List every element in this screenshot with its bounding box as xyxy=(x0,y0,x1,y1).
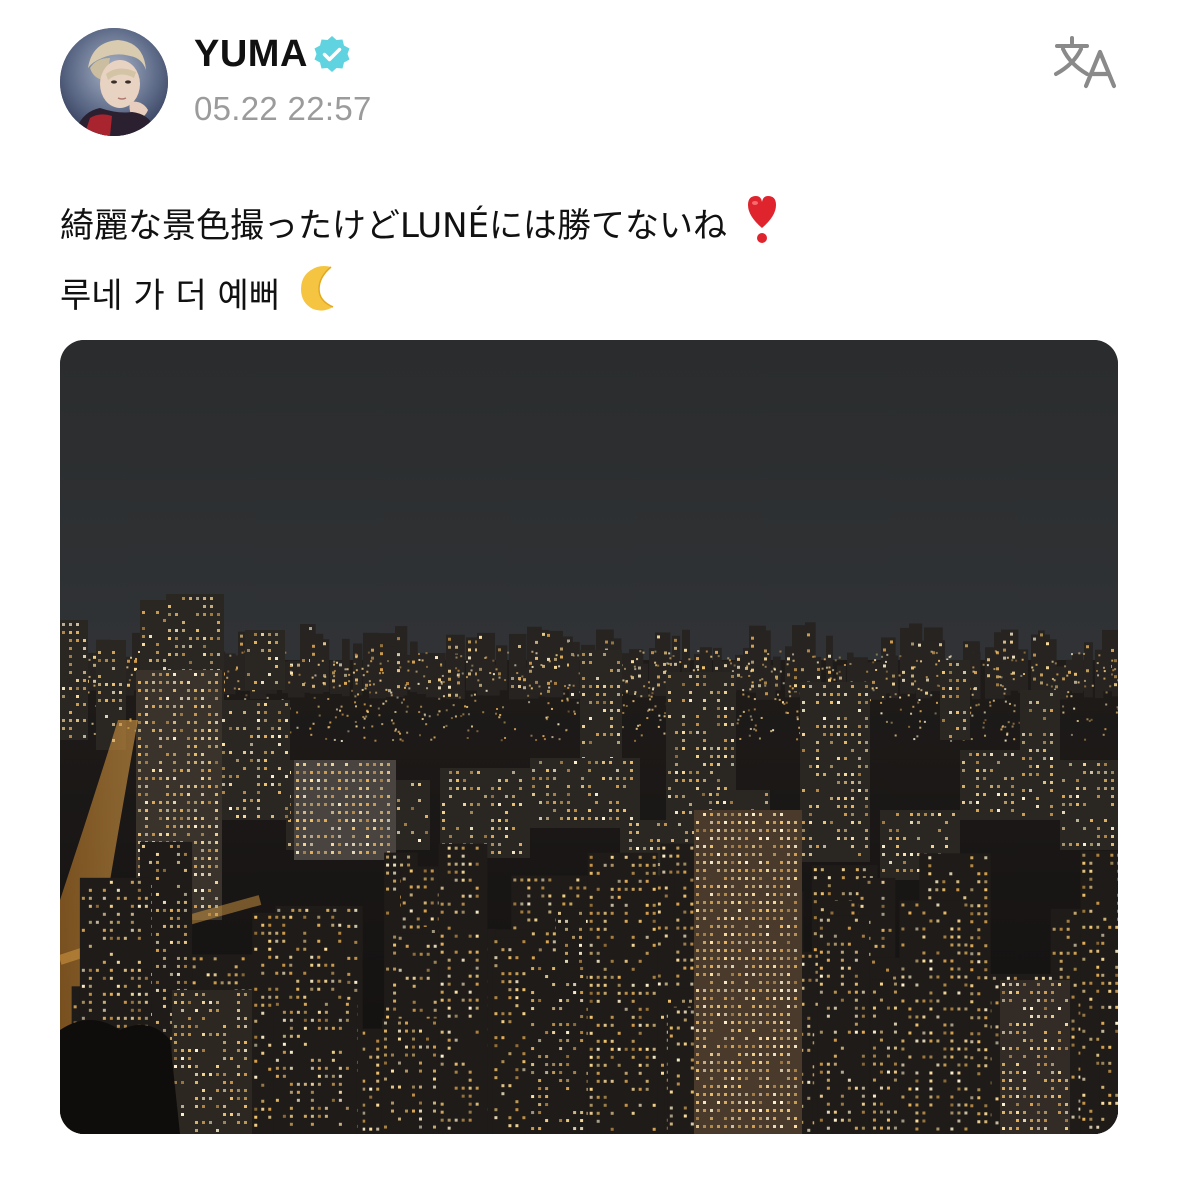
post-text-line-1: 綺麗な景色撮ったけどLUNÉには勝てないね xyxy=(60,192,1120,263)
verified-badge-icon xyxy=(312,34,352,74)
post-card: YUMA 05.22 22:57 綺麗な景色撮ったけどLUNÉには勝てないね 루… xyxy=(0,0,1178,1180)
post-body: 綺麗な景色撮ったけどLUNÉには勝てないね 루네 가 더 예뻐 xyxy=(60,192,1120,332)
username[interactable]: YUMA xyxy=(194,33,308,76)
crescent-moon-icon xyxy=(297,263,347,332)
translate-button[interactable] xyxy=(1052,34,1122,92)
avatar-image xyxy=(60,28,168,136)
avatar[interactable] xyxy=(60,28,168,136)
post-text-ja: 綺麗な景色撮ったけどLUNÉには勝てないね xyxy=(60,206,728,246)
heart-exclamation-icon xyxy=(744,192,780,263)
translate-icon xyxy=(1054,36,1117,89)
night-city-skyline-photo xyxy=(60,340,1118,1134)
post-text-ko: 루네 가 더 예뻐 xyxy=(60,276,281,316)
post-photo[interactable] xyxy=(60,340,1118,1134)
post-text-line-2: 루네 가 더 예뻐 xyxy=(60,263,1120,332)
post-timestamp: 05.22 22:57 xyxy=(194,90,372,127)
author-row: YUMA xyxy=(194,30,352,78)
